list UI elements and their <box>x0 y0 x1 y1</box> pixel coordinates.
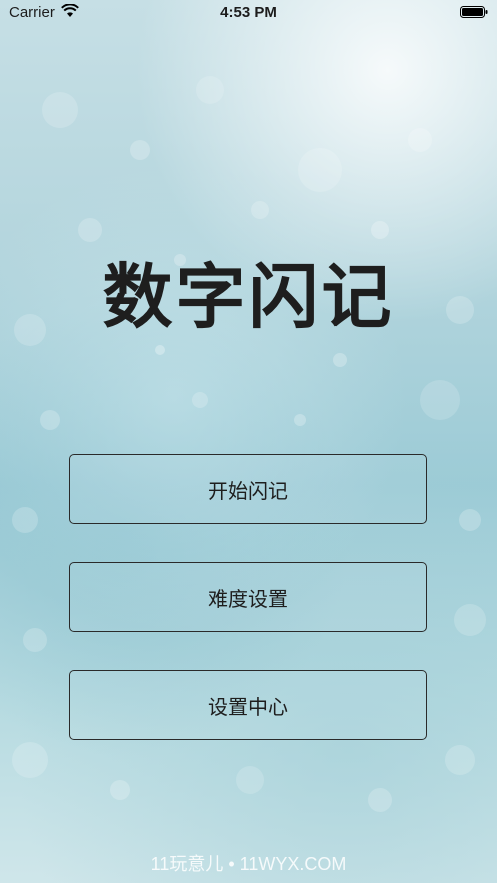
status-bar: Carrier 4:53 PM <box>0 0 497 26</box>
status-time: 4:53 PM <box>220 4 277 21</box>
difficulty-settings-label: 难度设置 <box>208 586 288 611</box>
battery-icon <box>460 6 488 18</box>
app-title: 数字闪记 <box>102 256 395 338</box>
settings-center-button[interactable]: 设置中心 <box>69 670 427 740</box>
difficulty-settings-button[interactable]: 难度设置 <box>69 562 427 632</box>
start-flash-button[interactable]: 开始闪记 <box>69 454 427 524</box>
background-bokeh <box>12 76 486 812</box>
watermark: 11玩意儿 • 11WYX.COM <box>150 854 347 874</box>
start-flash-label: 开始闪记 <box>208 478 288 503</box>
settings-center-label: 设置中心 <box>208 694 288 719</box>
